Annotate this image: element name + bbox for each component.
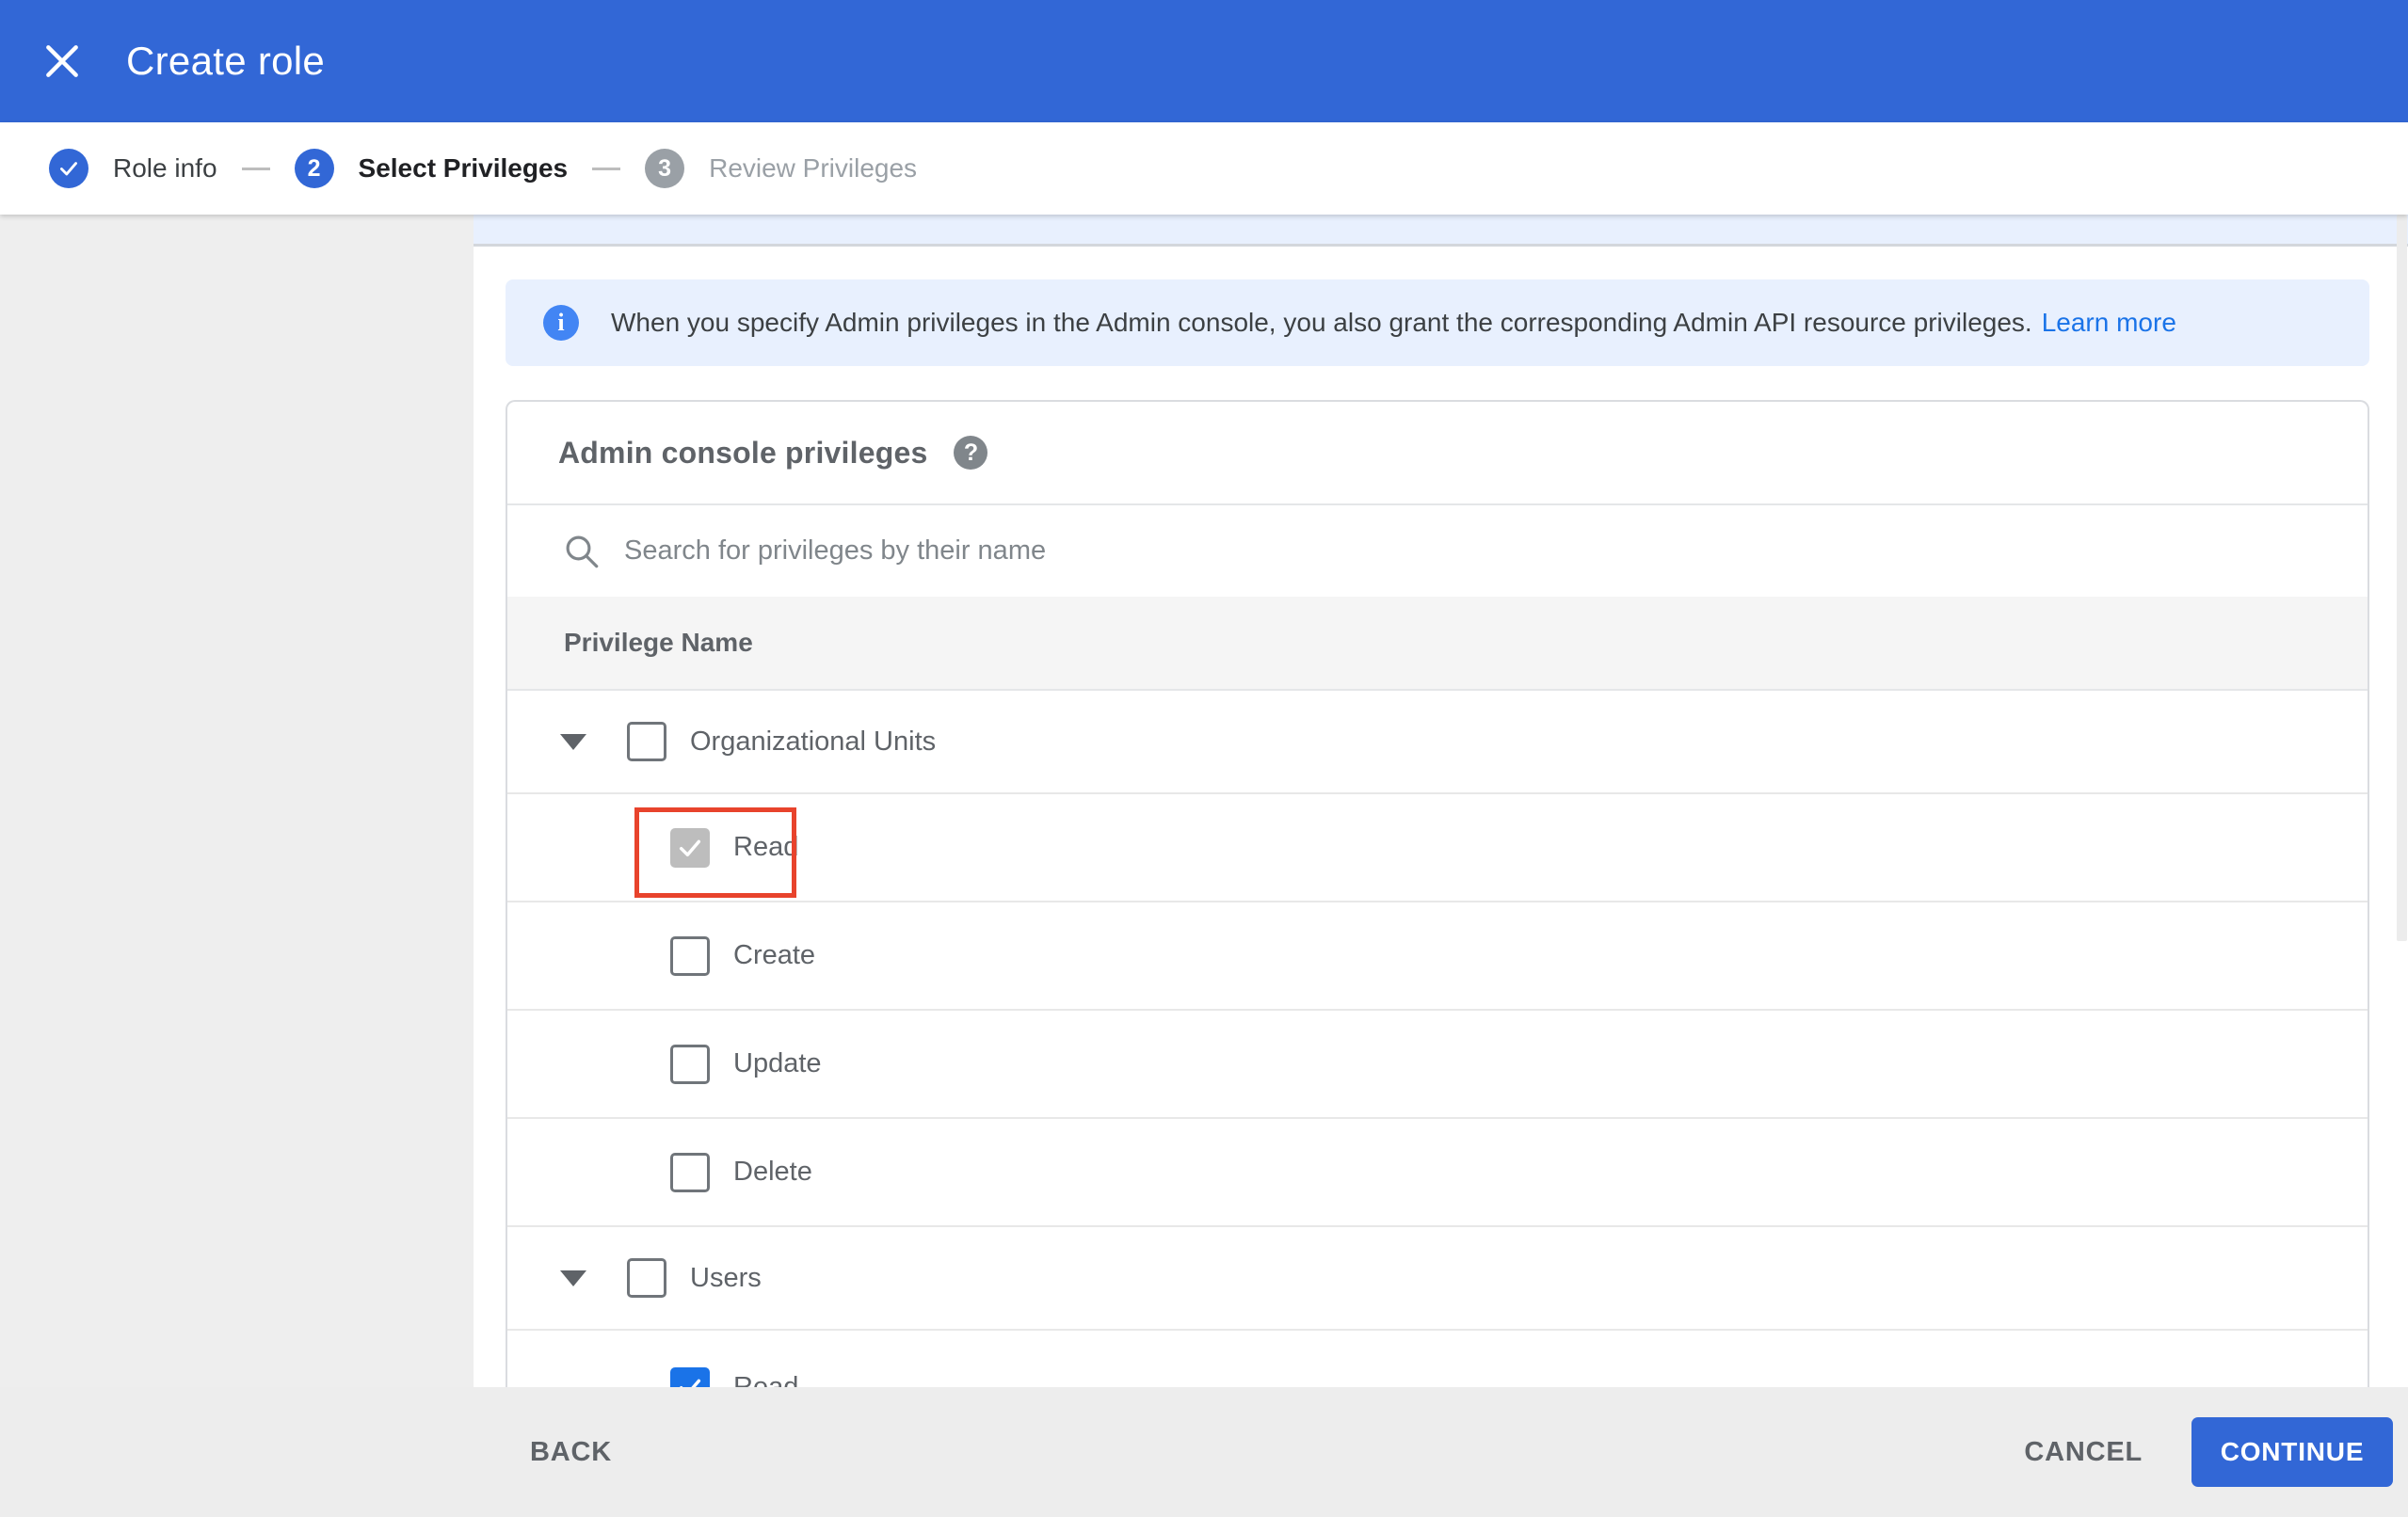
privilege-label: Organizational Units [690, 726, 937, 757]
users-read-checkbox-checked[interactable] [670, 1367, 710, 1387]
info-banner-text: When you specify Admin privileges in the… [611, 308, 2176, 338]
privilege-label: Update [733, 1048, 822, 1078]
step-label: Select Privileges [358, 153, 569, 183]
step-review-privileges[interactable]: 3 Review Privileges [645, 149, 917, 188]
update-checkbox[interactable] [670, 1044, 710, 1084]
search-icon [566, 535, 599, 567]
collapse-arrow-icon[interactable] [560, 1269, 586, 1286]
main-scroll-area: i When you specify Admin privileges in t… [474, 215, 2408, 1387]
step-label: Review Privileges [709, 153, 918, 183]
privilege-label: Create [733, 940, 816, 970]
scrollbar[interactable] [2397, 215, 2407, 941]
privilege-row-ou-delete: Delete [507, 1119, 2368, 1227]
step-divider [241, 167, 270, 170]
step-number-badge: 2 [294, 149, 334, 188]
privilege-search-row [507, 505, 2368, 597]
privilege-search-input[interactable] [624, 535, 1660, 567]
privilege-label: Read [733, 832, 799, 862]
collapse-arrow-icon[interactable] [560, 733, 586, 750]
scrolled-row-sliver [474, 215, 2408, 247]
privilege-row-users-read: Read [507, 1331, 2368, 1387]
step-select-privileges[interactable]: 2 Select Privileges [294, 149, 569, 188]
card-heading: Admin console privileges [558, 435, 928, 470]
dialog-footer: BACK CANCEL CONTINUE [0, 1387, 2408, 1517]
privilege-label: Delete [733, 1157, 812, 1187]
close-icon[interactable] [28, 27, 96, 95]
dialog-title: Create role [126, 39, 326, 83]
admin-privileges-card: Admin console privileges ? Privilege Nam… [506, 400, 2369, 1387]
privilege-row-users: Users [507, 1227, 2368, 1331]
privilege-label: Read [733, 1371, 799, 1388]
create-checkbox[interactable] [670, 935, 710, 976]
cancel-button[interactable]: CANCEL [2024, 1437, 2143, 1468]
left-gutter-panel [0, 215, 474, 1387]
learn-more-link[interactable]: Learn more [2042, 308, 2176, 337]
help-icon[interactable]: ? [954, 436, 988, 470]
step-role-info[interactable]: Role info [49, 149, 217, 188]
card-heading-row: Admin console privileges ? [507, 402, 2368, 505]
read-checkbox-checked-disabled[interactable] [670, 827, 710, 868]
users-checkbox[interactable] [627, 1258, 666, 1298]
table-header-row: Privilege Name [507, 597, 2368, 691]
privilege-row-organizational-units: Organizational Units [507, 691, 2368, 794]
step-complete-check-icon [49, 149, 88, 188]
info-banner-message: When you specify Admin privileges in the… [611, 308, 2032, 337]
step-divider [592, 167, 621, 170]
create-role-dialog: Create role Role info 2 Select Privilege… [0, 0, 2408, 1517]
privilege-name-column-header: Privilege Name [564, 628, 753, 657]
privilege-row-ou-create: Create [507, 902, 2368, 1011]
delete-checkbox[interactable] [670, 1152, 710, 1192]
step-number-badge: 3 [645, 149, 685, 188]
info-icon: i [543, 305, 579, 341]
organizational-units-checkbox[interactable] [627, 722, 666, 761]
step-label: Role info [113, 153, 217, 183]
wizard-stepper: Role info 2 Select Privileges 3 Review P… [0, 122, 2408, 215]
privilege-label: Users [690, 1262, 762, 1293]
content-region: i When you specify Admin privileges in t… [0, 215, 2408, 1387]
privilege-row-ou-read: Read [507, 794, 2368, 902]
back-button[interactable]: BACK [530, 1437, 612, 1468]
dialog-header: Create role [0, 0, 2408, 122]
privilege-row-ou-update: Update [507, 1011, 2368, 1119]
continue-button[interactable]: CONTINUE [2191, 1417, 2393, 1487]
info-banner: i When you specify Admin privileges in t… [506, 279, 2369, 366]
